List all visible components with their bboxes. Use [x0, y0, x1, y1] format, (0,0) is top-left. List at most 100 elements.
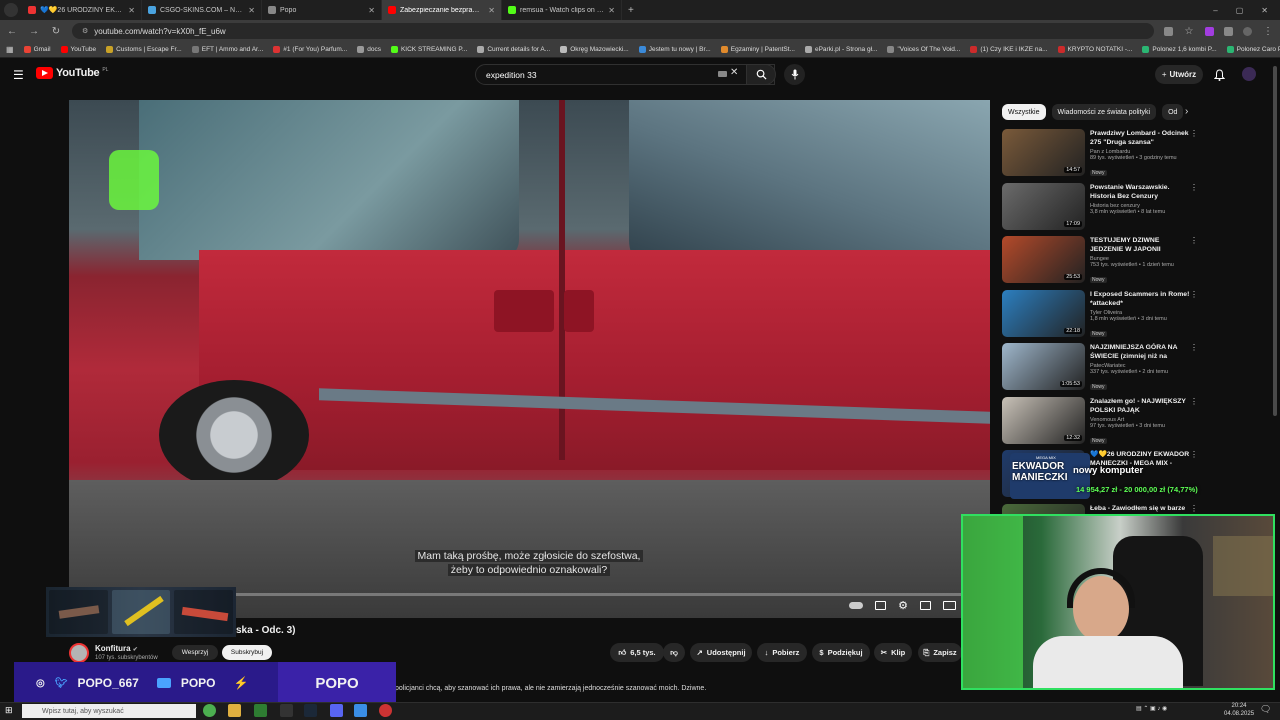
forward-icon[interactable]: →	[28, 26, 40, 37]
clip-button[interactable]: ✂ Klip	[874, 643, 912, 662]
taskbar-clock[interactable]: 20:24 04.08.2025	[1224, 702, 1254, 718]
browser-tab[interactable]: CSGO-SKINS.COM – Najlepsze ✕	[142, 0, 262, 20]
download-button[interactable]: ↓ Pobierz	[757, 643, 807, 662]
browser-tab[interactable]: Popo ✕	[262, 0, 382, 20]
recommendation-item[interactable]: 25:53 TESTUJEMY DZIWNE JEDZENIE W JAPONI…	[1002, 236, 1202, 290]
bookmark-item[interactable]: Gmail	[23, 46, 51, 53]
dislike-button[interactable]: 👎︎	[663, 643, 685, 662]
rec-title[interactable]: NAJZIMNIEJSZA GÓRA NA ŚWIECIE (zimniej n…	[1090, 343, 1190, 361]
windows-start-icon[interactable]: ⊞	[5, 705, 13, 716]
notifications-bell-icon[interactable]	[1213, 68, 1226, 86]
back-icon[interactable]: ←	[6, 26, 18, 37]
taskbar-app-icon[interactable]	[254, 704, 267, 717]
account-avatar[interactable]	[1242, 67, 1256, 81]
rec-thumbnail[interactable]: 25:53	[1002, 236, 1085, 283]
thanks-button[interactable]: $ Podziękuj	[812, 643, 870, 662]
close-tab-icon[interactable]: ✕	[608, 6, 615, 15]
bookmark-item[interactable]: docs	[357, 46, 381, 53]
cast-icon[interactable]	[1164, 26, 1173, 36]
browser-tab[interactable]: 💙💛26 URODZINY EKWADO...✕	[22, 0, 142, 20]
taskbar-app-icon-3[interactable]	[354, 704, 367, 717]
rec-thumbnail[interactable]: 1:05:53	[1002, 343, 1085, 390]
more-options-icon[interactable]: ⋮	[1190, 290, 1198, 299]
more-options-icon[interactable]: ⋮	[1190, 236, 1198, 245]
more-options-icon[interactable]: ⋮	[1190, 397, 1198, 406]
bookmark-item[interactable]: Jestem tu nowy | Br...	[638, 46, 711, 53]
rec-thumbnail[interactable]: 12:32	[1002, 396, 1085, 444]
notification-center-icon[interactable]: 🗨︎	[1260, 704, 1271, 715]
close-tab-icon[interactable]: ✕	[488, 6, 495, 15]
bookmark-item[interactable]: Egzaminy | PatentSt...	[720, 46, 795, 53]
rec-thumbnail[interactable]: 14:57	[1002, 129, 1085, 176]
site-info-icon[interactable]: ⚙	[82, 27, 88, 35]
bookmark-item[interactable]: Okręg Mazowiecki...	[560, 46, 629, 53]
theater-mode-icon[interactable]	[943, 601, 956, 610]
filter-chip[interactable]: Wiadomości ze świata polityki	[1051, 104, 1157, 120]
create-button[interactable]: + Utwórz	[1155, 65, 1203, 84]
bookmark-item[interactable]: YouTube	[60, 46, 96, 53]
subtitles-icon[interactable]	[875, 601, 887, 610]
subscribe-button[interactable]: Subskrybuj	[222, 645, 272, 660]
bookmark-item[interactable]: KRYPTO NOTATKI -...	[1057, 46, 1132, 53]
chevron-right-icon[interactable]: ›	[1185, 106, 1188, 117]
recommendation-item[interactable]: 14:57 Prawdziwy Lombard - Odcinek 275 "D…	[1002, 129, 1202, 183]
bookmark-item[interactable]: Current details for A...	[477, 46, 550, 53]
settings-gear-icon[interactable]: ⚙	[898, 599, 908, 612]
recommendation-item[interactable]: 1:05:53 NAJZIMNIEJSZA GÓRA NA ŚWIECIE (z…	[1002, 343, 1202, 397]
bookmark-item[interactable]: Customs | Escape Fr...	[106, 46, 182, 53]
extensions-puzzle-icon[interactable]	[1224, 26, 1233, 36]
like-button[interactable]: 👍︎ 6,5 tys.	[610, 643, 664, 662]
bookmark-item[interactable]: Polonez 1,6 kombi P...	[1142, 46, 1217, 53]
bookmark-item[interactable]: "Voices Of The Void...	[887, 46, 960, 53]
file-explorer-icon[interactable]	[228, 704, 241, 717]
bookmark-star-icon[interactable]: ☆	[1183, 26, 1195, 37]
tab-menu-icon[interactable]	[4, 3, 18, 17]
more-options-icon[interactable]: ⋮	[1190, 343, 1198, 352]
autoplay-toggle-icon[interactable]	[849, 602, 864, 609]
filter-chip[interactable]: Wszystkie	[1002, 104, 1046, 120]
hamburger-menu-icon[interactable]: ☰	[13, 68, 24, 82]
close-tab-icon[interactable]: ✕	[248, 6, 255, 15]
browser-menu-icon[interactable]: ⋮	[1262, 26, 1274, 37]
rec-title[interactable]: TESTUJEMY DZIWNE JEDZENIE W JAPONII	[1090, 236, 1190, 254]
join-support-button[interactable]: Wesprzyj	[172, 645, 218, 660]
new-tab-icon[interactable]: +	[628, 5, 634, 16]
bookmark-item[interactable]: (1) Czy IKE i IKZE na...	[970, 46, 1048, 53]
bookmark-item[interactable]: eParki.pl - Strona gł...	[804, 46, 877, 53]
bookmark-item[interactable]: EFT | Ammo and Ar...	[191, 46, 263, 53]
rec-title[interactable]: Znalazłem go! - NAJWIĘKSZY POLSKI PAJĄK	[1090, 397, 1190, 415]
miniplayer-icon[interactable]	[920, 601, 931, 610]
discord-icon[interactable]	[330, 704, 343, 717]
browser-tab[interactable]: remsua - Watch clips on Kick ✕	[502, 0, 622, 20]
windows-search-box[interactable]: Wpisz tutaj, aby wyszukać	[22, 704, 196, 718]
video-player[interactable]: Mam taką prośbę, może zgłosicie do szefo…	[69, 100, 990, 618]
taskbar-app-icon-2[interactable]	[280, 704, 293, 717]
bookmark-item[interactable]: #1 (For You) Parfum...	[273, 46, 347, 53]
tray-icons[interactable]: ▤ ⌃ ▣ ♪ ◉	[1136, 705, 1167, 712]
recommendation-item[interactable]: 17:09 Powstanie Warszawskie. Historia Be…	[1002, 182, 1202, 237]
bookmark-item[interactable]: KICK STREAMING P...	[390, 46, 467, 53]
extension-icon[interactable]	[1205, 26, 1214, 36]
more-options-icon[interactable]: ⋮	[1190, 129, 1198, 138]
recommendation-item[interactable]: 12:32 Znalazłem go! - NAJWIĘKSZY POLSKI …	[1002, 396, 1202, 451]
obs-icon[interactable]	[379, 704, 392, 717]
url-field[interactable]: ⚙ youtube.com/watch?v=kX0h_fE_u6w	[72, 23, 1154, 39]
page-scrollbar[interactable]	[1273, 66, 1277, 416]
close-tab-icon[interactable]: ✕	[128, 6, 135, 15]
maximize-icon[interactable]: ▢	[1236, 6, 1244, 15]
channel-avatar[interactable]	[69, 643, 89, 663]
reload-icon[interactable]: ↻	[50, 26, 62, 37]
voice-search-button[interactable]	[784, 64, 805, 85]
channel-name[interactable]: Konfitura ✔	[95, 644, 138, 653]
bookmark-item[interactable]: Polonez Caro Plus 1...	[1226, 46, 1280, 53]
keyboard-icon[interactable]	[718, 71, 727, 77]
steam-icon[interactable]	[304, 704, 317, 717]
more-options-icon[interactable]: ⋮	[1190, 183, 1198, 192]
recommendation-item[interactable]: 22:18 I Exposed Scammers in Rome! *attac…	[1002, 289, 1202, 344]
share-button[interactable]: ↗ Udostępnij	[690, 643, 752, 662]
close-tab-icon[interactable]: ✕	[368, 6, 375, 15]
close-window-icon[interactable]: ✕	[1261, 6, 1268, 15]
search-button[interactable]	[746, 64, 776, 85]
filter-chip[interactable]: Od	[1162, 104, 1184, 120]
minimize-icon[interactable]: –	[1213, 6, 1217, 15]
